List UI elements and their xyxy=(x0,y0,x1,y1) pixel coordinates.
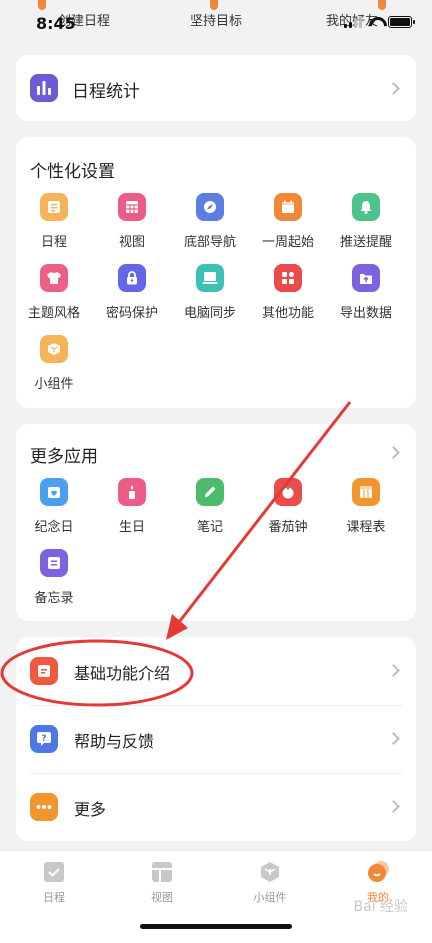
chevron-right-icon xyxy=(387,732,400,745)
personalization-item[interactable]: 其他功能 xyxy=(250,264,326,321)
tab-schedule[interactable]: 日程 xyxy=(14,861,94,905)
more-apps-item[interactable]: 备忘录 xyxy=(16,549,92,606)
personalization-item-label: 电脑同步 xyxy=(183,306,236,321)
more-apps-item[interactable]: 课程表 xyxy=(328,478,404,535)
top-tab-indicator xyxy=(210,0,218,10)
top-tab-indicator xyxy=(38,0,46,10)
personalization-item[interactable]: 密码保护 xyxy=(94,264,170,321)
list-item-help[interactable]: ? 帮助与反馈 xyxy=(16,705,416,773)
personalization-item-label: 导出数据 xyxy=(339,306,392,321)
more-apps-item-label: 番茄钟 xyxy=(268,520,308,535)
battery-icon xyxy=(388,16,415,28)
personalization-title: 个性化设置 xyxy=(30,162,115,182)
tab-view[interactable]: 视图 xyxy=(122,861,202,905)
laptop-icon xyxy=(196,264,224,292)
status-time: 8:45 xyxy=(36,14,76,33)
top-tab-indicator xyxy=(378,0,386,10)
apps-icon xyxy=(274,264,302,292)
check-square-icon xyxy=(43,861,65,883)
personalization-item-label: 密码保护 xyxy=(105,306,158,321)
tab-label: 视图 xyxy=(151,891,173,904)
more-apps-item[interactable]: 纪念日 xyxy=(16,478,92,535)
candle-icon xyxy=(118,478,146,506)
stats-label: 日程统计 xyxy=(72,82,140,102)
hexagon-icon xyxy=(259,861,281,883)
personalization-item-label: 底部导航 xyxy=(183,235,236,250)
info-list-card: 基础功能介绍 ? 帮助与反馈 更多 xyxy=(16,637,416,841)
chevron-right-icon xyxy=(387,82,400,95)
wifi-icon xyxy=(368,17,382,27)
export-icon xyxy=(352,264,380,292)
personalization-item[interactable]: 电脑同步 xyxy=(172,264,248,321)
shirt-icon xyxy=(40,264,68,292)
chevron-right-icon xyxy=(387,800,400,813)
more-icon xyxy=(30,793,58,821)
personalization-item[interactable]: 日程 xyxy=(16,193,92,250)
anniversary-icon xyxy=(40,478,68,506)
profile-icon xyxy=(367,861,389,883)
list-item-label: 更多 xyxy=(74,800,107,819)
personalization-item-label: 小组件 xyxy=(34,377,74,392)
grid-icon xyxy=(118,193,146,221)
lock-icon xyxy=(118,264,146,292)
list-item-label: 帮助与反馈 xyxy=(74,732,155,751)
more-apps-item[interactable]: 笔记 xyxy=(172,478,248,535)
personalization-item[interactable]: 主题风格 xyxy=(16,264,92,321)
more-apps-item[interactable]: 番茄钟 xyxy=(250,478,326,535)
tab-widget[interactable]: 小组件 xyxy=(230,861,310,905)
doc-icon xyxy=(30,657,58,685)
more-apps-item[interactable]: 生日 xyxy=(94,478,170,535)
bell-icon xyxy=(352,193,380,221)
home-indicator xyxy=(140,924,292,929)
timetable-icon xyxy=(352,478,380,506)
list-item-intro[interactable]: 基础功能介绍 xyxy=(16,637,416,705)
chevron-right-icon xyxy=(387,664,400,677)
personalization-item-label: 视图 xyxy=(118,235,145,250)
personalization-item-label: 日程 xyxy=(40,235,67,250)
more-apps-card: 更多应用 纪念日 生日 笔记 番茄钟 课程表备忘录 xyxy=(16,424,416,621)
top-strip-goal[interactable]: 坚持目标 xyxy=(190,10,242,29)
pencil-icon xyxy=(196,478,224,506)
watermark: Bai 经验 xyxy=(353,899,408,915)
bar-chart-icon xyxy=(30,74,58,102)
more-apps-item-label: 备忘录 xyxy=(34,591,74,606)
personalization-item[interactable]: 视图 xyxy=(94,193,170,250)
help-icon: ? xyxy=(30,725,58,753)
tomato-icon xyxy=(274,478,302,506)
personalization-item-label: 主题风格 xyxy=(27,306,80,321)
stats-card[interactable]: 日程统计 xyxy=(16,55,416,121)
personalization-item[interactable]: 导出数据 xyxy=(328,264,404,321)
memo-icon xyxy=(40,549,68,577)
chevron-right-icon[interactable] xyxy=(387,446,400,459)
tab-label: 小组件 xyxy=(253,891,287,904)
list-item-more[interactable]: 更多 xyxy=(16,773,416,841)
more-apps-item-label: 课程表 xyxy=(346,520,386,535)
more-apps-item-label: 笔记 xyxy=(196,520,223,535)
tab-label: 日程 xyxy=(43,891,65,904)
personalization-item[interactable]: 一周起始 xyxy=(250,193,326,250)
signal-icon xyxy=(344,16,362,28)
more-apps-title[interactable]: 更多应用 xyxy=(30,442,98,467)
calendar-icon xyxy=(274,193,302,221)
more-apps-item-label: 生日 xyxy=(118,520,145,535)
layout-icon xyxy=(151,861,173,883)
compass-icon xyxy=(196,193,224,221)
cube-icon xyxy=(40,335,68,363)
svg-text:?: ? xyxy=(41,734,46,744)
personalization-item-label: 一周起始 xyxy=(261,235,314,250)
more-apps-item-label: 纪念日 xyxy=(34,520,74,535)
personalization-card: 个性化设置 日程 视图 底部导航 一周起始 推送提醒主题风格 密码保护 电脑同步 其他功能 导出… xyxy=(16,137,416,408)
personalization-item[interactable]: 小组件 xyxy=(16,335,92,392)
personalization-item-label: 推送提醒 xyxy=(339,235,392,250)
list-icon xyxy=(40,193,68,221)
personalization-item[interactable]: 推送提醒 xyxy=(328,193,404,250)
personalization-item-label: 其他功能 xyxy=(261,306,314,321)
list-item-label: 基础功能介绍 xyxy=(74,664,171,683)
personalization-item[interactable]: 底部导航 xyxy=(172,193,248,250)
status-bar: 创建日程 坚持目标 我的好友 8:45 xyxy=(0,0,432,40)
